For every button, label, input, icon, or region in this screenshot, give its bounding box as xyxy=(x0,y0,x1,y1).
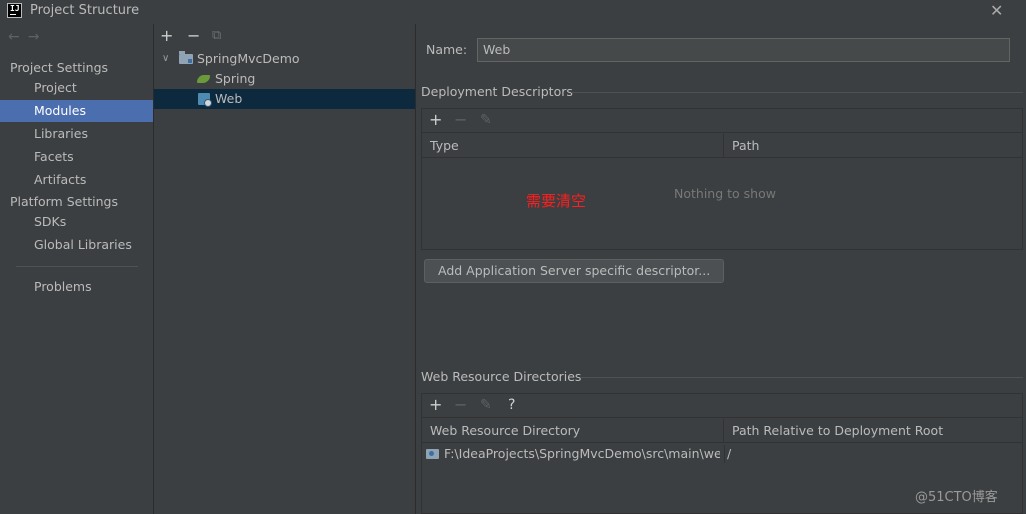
tree-node-spring[interactable]: Spring xyxy=(154,69,415,89)
web-resource-table-header: Web Resource Directory Path Relative to … xyxy=(422,419,1022,443)
nav-item-facets[interactable]: Facets xyxy=(0,146,153,168)
deployment-descriptors-title: Deployment Descriptors xyxy=(421,84,573,99)
nav-divider xyxy=(16,266,138,267)
nav-item-libraries[interactable]: Libraries xyxy=(0,123,153,145)
add-icon[interactable]: + xyxy=(429,396,442,414)
settings-nav: ←→ Project Settings Project Modules Libr… xyxy=(0,24,153,514)
nav-item-artifacts[interactable]: Artifacts xyxy=(0,169,153,191)
nav-section-platform-settings: Platform Settings xyxy=(10,194,118,209)
close-icon[interactable]: ✕ xyxy=(990,1,1003,20)
remove-icon[interactable]: − xyxy=(454,111,467,129)
column-header-relative-path[interactable]: Path Relative to Deployment Root xyxy=(724,419,1022,443)
chevron-down-icon[interactable]: ∨ xyxy=(162,49,169,69)
empty-table-text: Nothing to show xyxy=(674,186,776,201)
tree-node-label: SpringMvcDemo xyxy=(197,51,300,66)
nav-item-modules[interactable]: Modules xyxy=(0,100,153,122)
web-resource-toolbar: + − ✎ ? xyxy=(422,394,1022,418)
nav-section-project-settings: Project Settings xyxy=(10,60,109,75)
web-resource-directory-cell[interactable]: F:\IdeaProjects\SpringMvcDemo\src\main\w… xyxy=(444,445,720,463)
column-header-path[interactable]: Path xyxy=(724,134,1022,158)
title-bar: IJ Project Structure ✕ xyxy=(0,0,1026,22)
remove-icon[interactable]: − xyxy=(187,27,200,45)
edit-icon[interactable]: ✎ xyxy=(480,396,492,414)
edit-icon[interactable]: ✎ xyxy=(480,111,492,129)
web-resource-folder-icon xyxy=(426,449,439,459)
name-label: Name: xyxy=(426,42,468,57)
spring-leaf-icon xyxy=(197,75,210,83)
add-icon[interactable]: + xyxy=(429,111,442,129)
window-title: Project Structure xyxy=(30,3,140,18)
tree-node-springmvcdemo[interactable]: ∨ SpringMvcDemo xyxy=(154,49,415,69)
group-divider xyxy=(580,377,1023,378)
web-resource-directories-title: Web Resource Directories xyxy=(421,369,582,384)
intellij-logo-icon: IJ xyxy=(7,3,22,18)
module-folder-icon xyxy=(179,51,193,64)
tree-node-label: Spring xyxy=(215,71,256,86)
nav-item-global-libraries[interactable]: Global Libraries xyxy=(0,234,153,256)
tree-node-web[interactable]: Web xyxy=(154,89,415,109)
relative-path-cell[interactable]: / xyxy=(727,445,1017,463)
deployment-toolbar: + − ✎ xyxy=(422,109,1022,133)
add-server-descriptor-button[interactable]: Add Application Server specific descript… xyxy=(424,259,725,283)
name-field[interactable]: Web xyxy=(477,38,1010,62)
cell-divider xyxy=(724,445,725,463)
back-forward-icon[interactable]: ←→ xyxy=(8,29,47,45)
column-header-web-resource-directory[interactable]: Web Resource Directory xyxy=(422,419,724,443)
help-icon[interactable]: ? xyxy=(508,396,515,414)
nav-item-sdks[interactable]: SDKs xyxy=(0,211,153,233)
deployment-table-header: Type Path xyxy=(422,134,1022,158)
column-header-type[interactable]: Type xyxy=(422,134,724,158)
nav-item-project[interactable]: Project xyxy=(0,77,153,99)
tree-node-label: Web xyxy=(215,91,243,106)
facet-details-panel: Name: Web Deployment Descriptors + − ✎ T… xyxy=(416,24,1026,514)
web-facet-icon xyxy=(198,93,212,107)
group-divider xyxy=(571,92,1023,93)
watermark: @51CTO博客 xyxy=(915,490,998,505)
nav-item-problems[interactable]: Problems xyxy=(0,276,153,298)
red-annotation: 需要清空 xyxy=(526,192,587,210)
table-row[interactable]: F:\IdeaProjects\SpringMvcDemo\src\main\w… xyxy=(422,445,1022,463)
copy-icon[interactable]: ⧉ xyxy=(212,27,221,45)
remove-icon[interactable]: − xyxy=(454,396,467,414)
deployment-descriptors-table: + − ✎ Type Path 需要清空 Nothing to show xyxy=(421,108,1023,250)
module-tree: + − ⧉ ∨ SpringMvcDemo Spring Web xyxy=(154,24,415,514)
add-icon[interactable]: + xyxy=(160,27,173,45)
